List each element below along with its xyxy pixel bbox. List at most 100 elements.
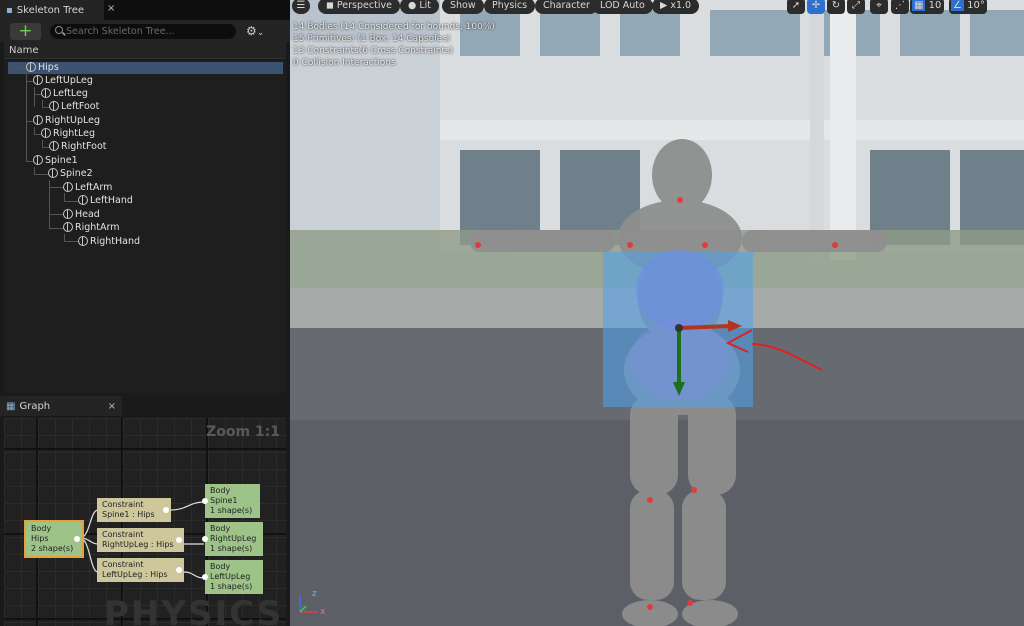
tree-item-spine2[interactable]: Spine2 [48, 167, 93, 180]
lit-sphere-icon: ● [408, 0, 420, 11]
output-pin[interactable] [176, 537, 182, 543]
tree-item-rightupleg[interactable]: RightUpLeg [33, 114, 100, 127]
tree-item-righthand[interactable]: RightHand [78, 235, 140, 248]
settings-dropdown[interactable]: ⚙⌄ [246, 24, 264, 38]
tab-skeleton-tree-label: Skeleton Tree [16, 4, 85, 16]
lod-button[interactable]: LOD Auto [592, 0, 653, 14]
tree-item-label: LeftUpLeg [45, 75, 93, 86]
graph-node-constraint-leftupleg[interactable]: Constraint LeftUpLeg : Hips [97, 558, 184, 582]
tree-item-label: LeftArm [75, 182, 113, 193]
tree-item-leftleg[interactable]: LeftLeg [41, 87, 88, 100]
show-label: Show [450, 0, 476, 11]
skeleton-tree-toolbar: + Search Skeleton Tree... ⚙⌄ [0, 20, 290, 42]
input-pin[interactable] [202, 574, 208, 580]
tree-item-head[interactable]: Head [63, 208, 100, 221]
scale-mode-button[interactable]: ⤢ [847, 0, 865, 14]
stats-line: 15 Primitives: (1 Box, 14 Capsules) [293, 34, 451, 44]
tree-icon: ▪ [6, 4, 13, 16]
show-button[interactable]: Show [442, 0, 484, 14]
tree-item-label: LeftLeg [53, 88, 88, 99]
output-pin[interactable] [176, 567, 182, 573]
bone-icon [49, 141, 59, 151]
node-type: Constraint [102, 530, 144, 539]
character-label: Character [543, 0, 590, 11]
character-button[interactable]: Character [535, 0, 598, 14]
search-input[interactable]: Search Skeleton Tree... [50, 24, 236, 39]
graph-node-constraint-rightupleg[interactable]: Constraint RightUpLeg : Hips [97, 528, 184, 552]
node-type: Body [210, 486, 231, 495]
bone-icon [33, 75, 43, 85]
add-bone-button[interactable]: + [10, 23, 41, 40]
skeleton-tree-tabbar: ▪ Skeleton Tree × [0, 0, 290, 20]
move-icon: ✛ [811, 0, 821, 11]
tree-item-label: RightFoot [61, 141, 107, 152]
graph-node-body-rightupleg[interactable]: Body RightUpLeg 1 shape(s) [202, 522, 263, 556]
tree-item-label: RightHand [90, 236, 141, 247]
lit-button[interactable]: ● Lit [400, 0, 439, 14]
play-icon: ▶ [660, 0, 671, 11]
gear-icon: ⚙ [246, 24, 257, 38]
graph-node-body-hips[interactable]: Body Hips 2 shape(s) [24, 520, 84, 558]
node-type: Body [210, 524, 231, 533]
cursor-icon: ➚ [791, 0, 801, 11]
grid-snap-value: 10 [928, 0, 942, 11]
name-column-header[interactable]: Name [4, 42, 286, 59]
physics-button[interactable]: Physics [484, 0, 536, 14]
tree-item-rightleg[interactable]: RightLeg [41, 127, 95, 140]
snap-icon: ⋰ [895, 0, 905, 11]
node-detail: 1 shape(s) [210, 506, 253, 515]
viewport-stats: 14 Bodies (14 Considered for bounds, 100… [293, 21, 495, 69]
input-pin[interactable] [202, 498, 208, 504]
stats-line: 13 Constraints(6 Cross Constraints) [293, 46, 454, 56]
hamburger-icon: ☰ [296, 0, 306, 11]
input-pin[interactable] [202, 536, 208, 542]
local-world-button[interactable]: ⌖ [870, 0, 888, 14]
physics-graph[interactable]: Zoom 1:1 PHYSICS Body Hips 2 shape(s) Co… [4, 418, 286, 626]
tree-item-leftfoot[interactable]: LeftFoot [49, 100, 99, 113]
rotation-snap-button[interactable]: ∠ 10° [949, 0, 987, 14]
node-type: Body [210, 562, 231, 571]
tree-item-label: Head [75, 209, 100, 220]
tree-item-spine1[interactable]: Spine1 [33, 154, 78, 167]
grid-snap-button[interactable]: ▦ 10 [910, 0, 944, 14]
translate-mode-button[interactable]: ✛ [807, 0, 825, 14]
close-icon[interactable]: × [107, 3, 115, 14]
close-icon[interactable]: × [108, 401, 116, 412]
select-mode-button[interactable]: ➚ [787, 0, 805, 14]
globe-icon: ⌖ [876, 0, 882, 11]
bone-icon [63, 222, 73, 232]
graph-node-body-leftupleg[interactable]: Body LeftUpLeg 1 shape(s) [202, 560, 263, 594]
graph-node-body-spine1[interactable]: Body Spine1 1 shape(s) [202, 484, 260, 518]
rotate-mode-button[interactable]: ↻ [827, 0, 845, 14]
bone-icon [78, 195, 88, 205]
output-pin[interactable] [163, 507, 169, 513]
tree-item-label: RightUpLeg [45, 115, 101, 126]
play-speed-label: x1.0 [670, 0, 692, 11]
perspective-button[interactable]: ◼ Perspective [318, 0, 400, 14]
bone-icon [41, 128, 51, 138]
bone-icon [48, 168, 58, 178]
tree-item-hips[interactable]: Hips [26, 61, 59, 74]
tree-item-lefthand[interactable]: LeftHand [78, 194, 133, 207]
axis-label-x: x [320, 607, 326, 617]
graph-node-constraint-spine1[interactable]: Constraint Spine1 : Hips [97, 498, 171, 522]
node-detail: 1 shape(s) [210, 582, 253, 591]
tree-item-label: Spine1 [45, 155, 78, 166]
tab-graph[interactable]: ▦ Graph × [0, 396, 122, 416]
viewport-menu-button[interactable]: ☰ [292, 0, 310, 14]
node-name: Hips [31, 534, 49, 543]
tree-item-leftarm[interactable]: LeftArm [63, 181, 112, 194]
tab-graph-label: Graph [19, 400, 51, 412]
tree-item-rightfoot[interactable]: RightFoot [49, 140, 107, 153]
tree-item-leftupleg[interactable]: LeftUpLeg [33, 74, 93, 87]
surface-snap-button[interactable]: ⋰ [891, 0, 909, 14]
node-name: Spine1 [210, 496, 238, 505]
output-pin[interactable] [74, 536, 80, 542]
tab-skeleton-tree[interactable]: ▪ Skeleton Tree [0, 0, 104, 20]
play-speed-button[interactable]: ▶ x1.0 [652, 0, 700, 14]
node-name: RightUpLeg [210, 534, 257, 543]
tree-item-label: LeftFoot [61, 101, 100, 112]
tree-item-rightarm[interactable]: RightArm [63, 221, 120, 234]
viewport[interactable]: z x ☰ ◼ Perspective ● Lit Show Physics C… [290, 0, 1024, 626]
tree-item-label: RightLeg [53, 128, 96, 139]
